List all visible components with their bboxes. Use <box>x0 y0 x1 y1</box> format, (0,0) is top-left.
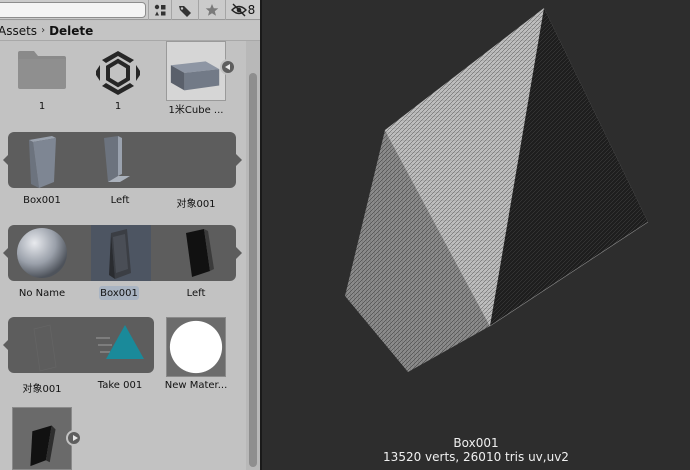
search-input[interactable] <box>0 2 146 18</box>
group-notch-right <box>236 247 242 259</box>
sphere-material-thumbnail <box>12 225 72 285</box>
play-left-icon <box>225 64 230 70</box>
unity-scene-icon <box>88 43 148 103</box>
vertical-scrollbar[interactable] <box>246 41 260 470</box>
folder-icon <box>12 43 72 103</box>
mesh-preview-panel[interactable]: Box001 13520 verts, 26010 tris uv,uv2 <box>262 0 690 470</box>
selected-mesh-thumbnail <box>91 225 151 281</box>
breadcrumb: Assets › Delete <box>0 21 260 41</box>
empty-object-thumbnail <box>12 319 72 379</box>
group-notch-right <box>236 154 242 166</box>
group-notch-left <box>3 247 9 259</box>
breadcrumb-assets[interactable]: Assets <box>0 24 37 38</box>
asset-label: No Name <box>18 288 66 299</box>
filter-by-label-button[interactable] <box>171 0 198 20</box>
empty-object-thumbnail <box>166 132 226 192</box>
asset-label: 1 <box>114 101 122 112</box>
animation-clip-icon <box>90 319 150 379</box>
group-notch-left <box>3 339 9 351</box>
asset-grid: 1 1 1米Cube ... Box001 Left 对象001 No Name… <box>0 41 246 470</box>
expand-arrow-button[interactable] <box>66 430 82 446</box>
label-tag-icon <box>178 3 192 17</box>
breadcrumb-current-folder[interactable]: Delete <box>49 24 93 38</box>
hidden-packages-toggle[interactable]: 8 <box>225 0 260 20</box>
asset-label: 对象001 <box>22 384 62 395</box>
asset-label: Take 001 <box>97 380 143 391</box>
asset-label: Left <box>110 195 130 206</box>
asset-label: 1 <box>38 101 46 112</box>
star-icon <box>205 3 219 17</box>
material-thumbnail <box>166 317 226 377</box>
filter-type-icon <box>153 3 167 17</box>
mesh-thumbnail <box>12 132 72 192</box>
play-right-icon <box>73 435 78 441</box>
asset-label: 对象001 <box>176 199 216 210</box>
project-panel: 8 Assets › Delete 1 1 1米Cube ... Box001 … <box>0 0 260 470</box>
asset-label: Box001 <box>23 195 61 206</box>
preview-mesh-stats: 13520 verts, 26010 tris uv,uv2 <box>383 450 569 464</box>
mesh-thumbnail <box>90 132 150 192</box>
asset-label: Left <box>186 288 206 299</box>
preview-mesh-name: Box001 <box>453 436 499 450</box>
scrollbar-thumb[interactable] <box>249 73 257 467</box>
project-toolbar: 8 <box>0 0 260 20</box>
cube-model-thumbnail <box>166 41 226 101</box>
filter-by-type-button[interactable] <box>148 0 171 20</box>
eye-slash-icon <box>230 3 247 17</box>
asset-label: New Mater... <box>164 380 228 391</box>
preview-caption: Box001 13520 verts, 26010 tris uv,uv2 <box>262 436 690 464</box>
hidden-packages-count: 8 <box>247 3 256 17</box>
mesh-thumbnail <box>168 225 228 285</box>
model-thumbnail <box>12 407 72 470</box>
expand-arrow-button[interactable] <box>220 59 236 75</box>
asset-label: 1米Cube ... <box>168 105 224 116</box>
favorites-button[interactable] <box>198 0 225 20</box>
mesh-preview-viewport[interactable] <box>262 0 690 470</box>
asset-label-selected: Box001 <box>100 288 138 299</box>
breadcrumb-separator: › <box>41 25 46 36</box>
group-notch-left <box>3 154 9 166</box>
